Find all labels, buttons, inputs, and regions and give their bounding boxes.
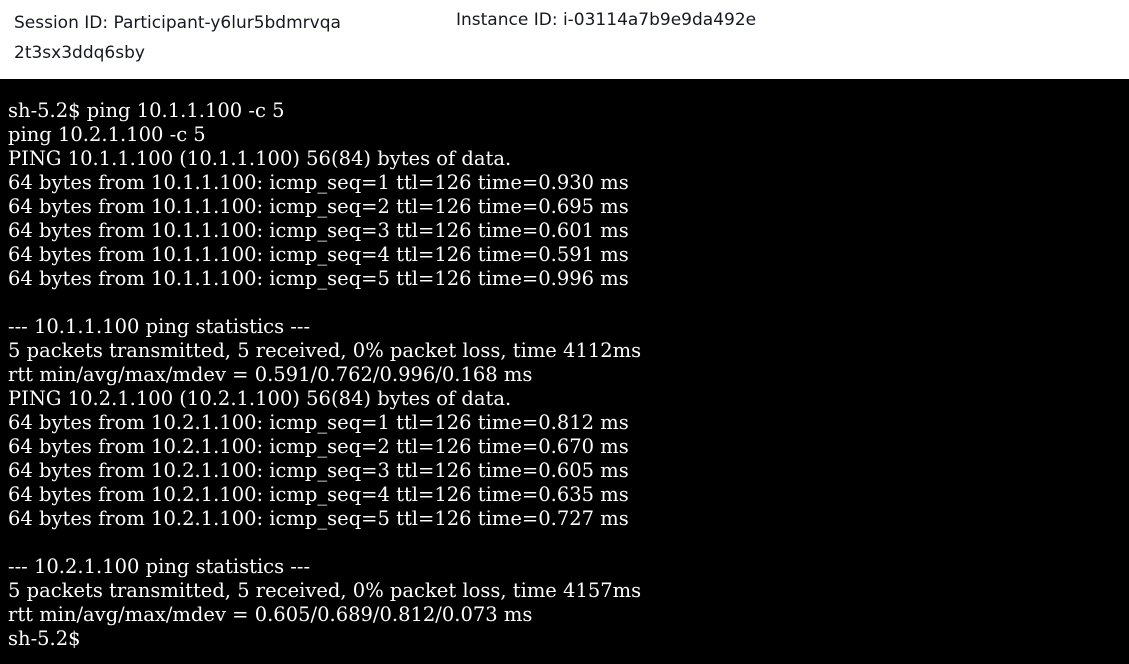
terminal-line: 64 bytes from 10.2.1.100: icmp_seq=4 ttl… bbox=[8, 483, 629, 506]
terminal-line: 64 bytes from 10.1.1.100: icmp_seq=3 ttl… bbox=[8, 219, 629, 242]
terminal-line: 64 bytes from 10.1.1.100: icmp_seq=2 ttl… bbox=[8, 195, 629, 218]
terminal-line: --- 10.2.1.100 ping statistics --- bbox=[8, 555, 311, 578]
terminal-line: sh-5.2$ ping 10.1.1.100 -c 5 bbox=[8, 99, 285, 122]
terminal-output: sh-5.2$ ping 10.1.1.100 -c 5 ping 10.2.1.… bbox=[8, 99, 641, 651]
terminal-line: rtt min/avg/max/mdev = 0.591/0.762/0.996… bbox=[8, 363, 533, 386]
terminal-line: 5 packets transmitted, 5 received, 0% pa… bbox=[8, 339, 642, 362]
terminal-line: 64 bytes from 10.1.1.100: icmp_seq=4 ttl… bbox=[8, 243, 629, 266]
session-header: Session ID: Participant-y6lur5bdmrvqa2t3… bbox=[0, 0, 1129, 79]
terminal-prompt[interactable]: sh-5.2$ bbox=[8, 627, 641, 651]
terminal-line: 64 bytes from 10.2.1.100: icmp_seq=5 ttl… bbox=[8, 507, 629, 530]
terminal-window[interactable]: sh-5.2$ ping 10.1.1.100 -c 5 ping 10.2.1.… bbox=[0, 79, 1129, 664]
terminal-line: PING 10.2.1.100 (10.2.1.100) 56(84) byte… bbox=[8, 387, 512, 410]
terminal-line: --- 10.1.1.100 ping statistics --- bbox=[8, 315, 311, 338]
terminal-line: ping 10.2.1.100 -c 5 bbox=[8, 123, 206, 146]
terminal-line: 64 bytes from 10.2.1.100: icmp_seq=1 ttl… bbox=[8, 411, 629, 434]
session-id-label: Session ID: Participant-y6lur5bdmrvqa2t3… bbox=[14, 13, 341, 63]
terminal-line: rtt min/avg/max/mdev = 0.605/0.689/0.812… bbox=[8, 603, 533, 626]
terminal-line: 64 bytes from 10.2.1.100: icmp_seq=3 ttl… bbox=[8, 459, 629, 482]
terminal-line: 5 packets transmitted, 5 received, 0% pa… bbox=[8, 579, 642, 602]
instance-id-label: Instance ID: i-03114a7b9e9da492e bbox=[456, 10, 757, 30]
terminal-line: 64 bytes from 10.2.1.100: icmp_seq=2 ttl… bbox=[8, 435, 629, 458]
terminal-line: 64 bytes from 10.1.1.100: icmp_seq=5 ttl… bbox=[8, 267, 629, 290]
terminal-line: PING 10.1.1.100 (10.1.1.100) 56(84) byte… bbox=[8, 147, 512, 170]
terminal-line: 64 bytes from 10.1.1.100: icmp_seq=1 ttl… bbox=[8, 171, 629, 194]
